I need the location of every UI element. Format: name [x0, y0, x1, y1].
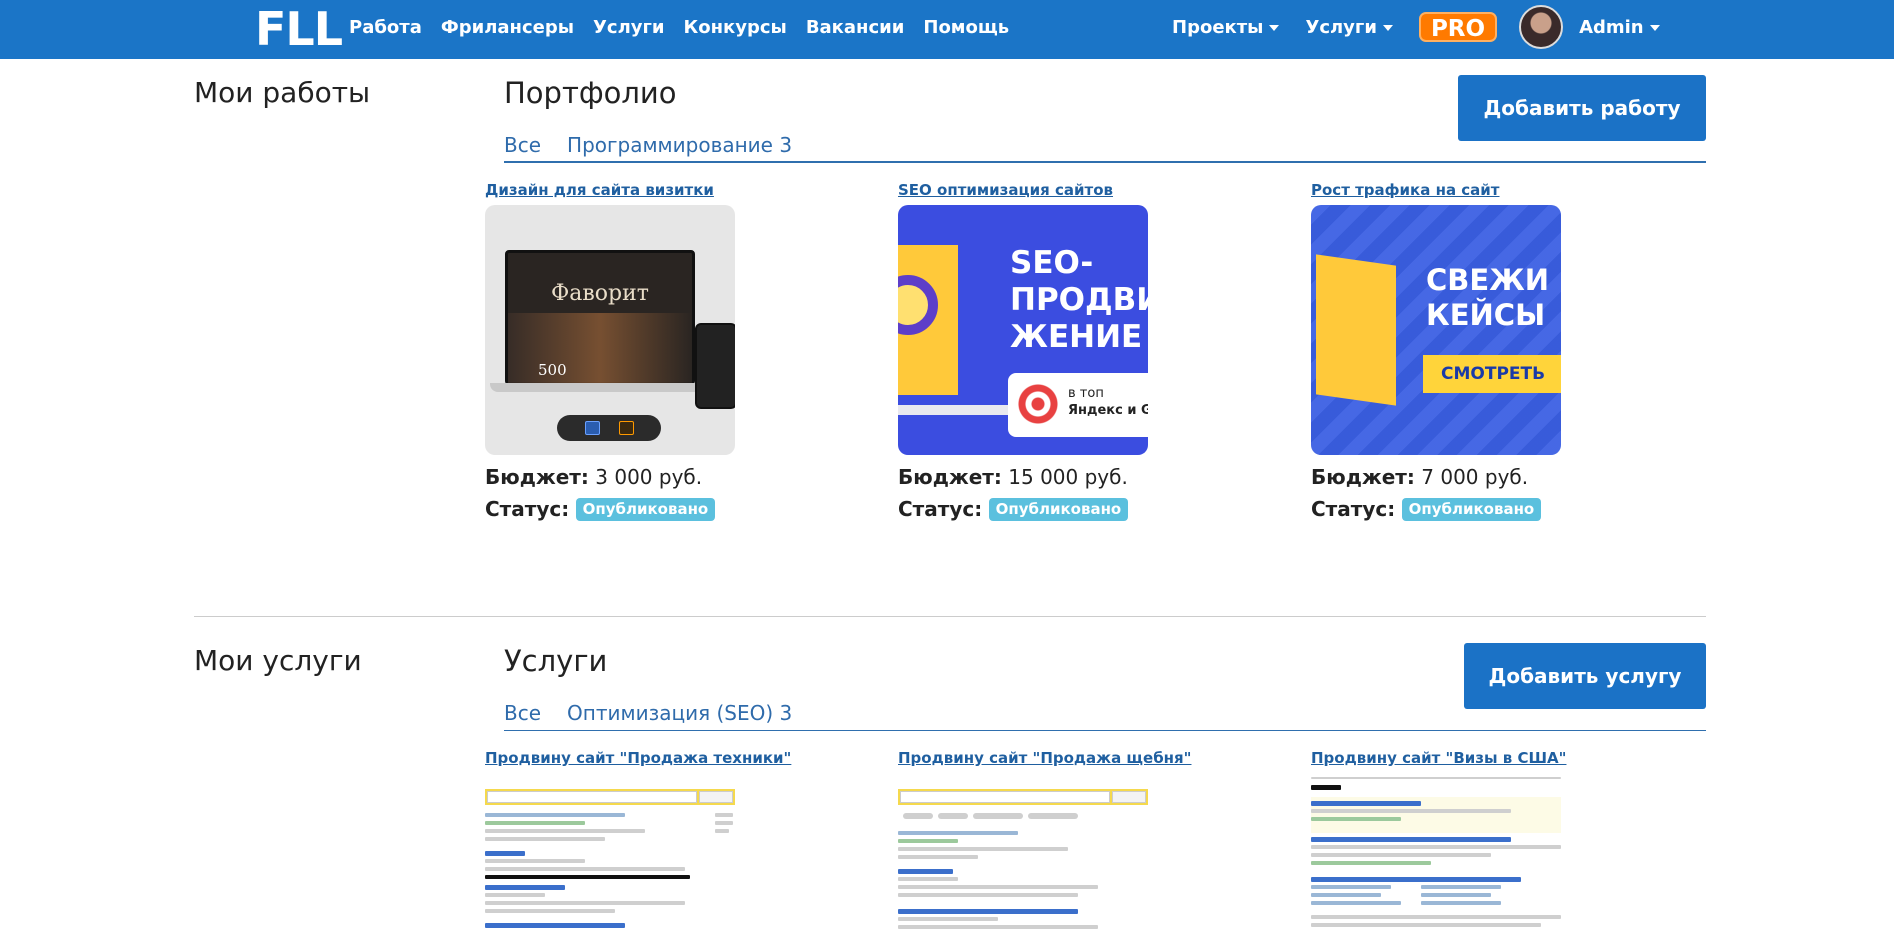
work-budget: Бюджет: 7 000 руб. [1311, 461, 1611, 493]
work-card: SEO оптимизация сайтов SEO- ПРОДВИ ЖЕНИЕ… [898, 181, 1198, 525]
my-services-heading: Мои услуги [194, 644, 362, 677]
top-navbar: FLL Работа Фрилансеры Услуги Конкурсы Ва… [0, 0, 1894, 59]
thumb-number: 500 [538, 361, 567, 379]
chevron-down-icon [1269, 25, 1280, 31]
phone-mockup [695, 323, 735, 409]
service-title[interactable]: Продвину сайт "Продажа техники" [485, 749, 791, 767]
work-card: Дизайн для сайта визитки Фаворит 500 Бюд… [485, 181, 785, 525]
service-title[interactable]: Продвину сайт "Визы в США" [1311, 749, 1611, 767]
work-thumbnail[interactable]: Фаворит 500 [485, 205, 735, 455]
tools-pill [557, 415, 661, 441]
service-thumbnail[interactable] [898, 773, 1148, 933]
nav-link-services[interactable]: Услуги [593, 17, 664, 38]
tabs-underline [504, 161, 1706, 163]
budget-label: Бюджет: [1311, 465, 1415, 489]
work-card: Рост трафика на сайт СВЕЖИ КЕЙСЫ СМОТРЕТ… [1311, 181, 1611, 525]
thumb-heading: Фаворит [551, 281, 649, 306]
thumb-heading: SEO- ПРОДВИ ЖЕНИЕ [1010, 245, 1148, 355]
nav-link-contests[interactable]: Конкурсы [684, 17, 787, 38]
tabs-underline [504, 730, 1706, 731]
pro-button[interactable]: PRO [1418, 12, 1498, 42]
services-tabs: Все Оптимизация (SEO) 3 [504, 701, 792, 725]
user-nav: Проекты Услуги PRO Admin [1172, 0, 1660, 54]
budget-label: Бюджет: [898, 465, 1002, 489]
service-card: Продвину сайт "Продажа щебня" [898, 749, 1198, 933]
services-dropdown[interactable]: Услуги [1305, 16, 1393, 38]
tab-all[interactable]: Все [504, 701, 541, 725]
chevron-down-icon [1649, 25, 1660, 31]
nav-link-vacancies[interactable]: Вакансии [806, 17, 905, 38]
tab-all[interactable]: Все [504, 133, 541, 157]
work-thumbnail[interactable]: SEO- ПРОДВИ ЖЕНИЕ в топ Яндекс и Goo [898, 205, 1148, 455]
status-badge: Опубликовано [988, 498, 1129, 521]
user-menu-dropdown[interactable]: Admin [1579, 17, 1660, 38]
nav-link-help[interactable]: Помощь [923, 17, 1009, 38]
portfolio-tabs: Все Программирование 3 [504, 133, 792, 157]
thumb-caption: в топ Яндекс и Goo [1068, 386, 1148, 418]
status-badge: Опубликовано [1401, 498, 1542, 521]
budget-value: 3 000 руб. [595, 465, 703, 489]
folder-icon [1316, 254, 1396, 406]
tab-programming[interactable]: Программирование 3 [567, 133, 792, 157]
tab-seo[interactable]: Оптимизация (SEO) 3 [567, 701, 792, 725]
projects-dropdown[interactable]: Проекты [1172, 16, 1280, 38]
work-title[interactable]: Дизайн для сайта визитки [485, 181, 785, 199]
service-thumbnail[interactable] [1311, 773, 1561, 933]
portfolio-title: Портфолио [504, 76, 677, 110]
user-name: Admin [1579, 16, 1644, 38]
service-card: Продвину сайт "Продажа техники" [485, 749, 791, 933]
work-status: Статус: Опубликовано [1311, 493, 1611, 525]
target-icon [1013, 379, 1063, 429]
site-logo[interactable]: FLL [255, 4, 343, 54]
service-title[interactable]: Продвину сайт "Продажа щебня" [898, 749, 1198, 767]
nav-link-freelancers[interactable]: Фрилансеры [441, 17, 574, 38]
work-title[interactable]: SEO оптимизация сайтов [898, 181, 1198, 199]
add-service-button[interactable]: Добавить услугу [1464, 643, 1706, 709]
budget-label: Бюджет: [485, 465, 589, 489]
work-thumbnail[interactable]: СВЕЖИ КЕЙСЫ СМОТРЕТЬ [1311, 205, 1561, 455]
budget-value: 7 000 руб. [1421, 465, 1529, 489]
services-title: Услуги [504, 644, 608, 678]
service-card: Продвину сайт "Визы в США" [1311, 749, 1611, 933]
status-label: Статус: [898, 497, 983, 521]
work-budget: Бюджет: 15 000 руб. [898, 461, 1198, 493]
service-thumbnail[interactable] [485, 773, 735, 933]
status-label: Статус: [1311, 497, 1396, 521]
work-status: Статус: Опубликовано [898, 493, 1198, 525]
section-divider [194, 616, 1706, 617]
thumb-heading: СВЕЖИ КЕЙСЫ [1426, 263, 1549, 332]
main-nav: Работа Фрилансеры Услуги Конкурсы Ваканс… [349, 0, 1009, 54]
avatar[interactable] [1519, 5, 1564, 49]
thumb-cta: СМОТРЕТЬ [1423, 355, 1561, 393]
add-work-button[interactable]: Добавить работу [1458, 75, 1706, 141]
status-badge: Опубликовано [575, 498, 716, 521]
work-budget: Бюджет: 3 000 руб. [485, 461, 785, 493]
services-dropdown-label: Услуги [1305, 16, 1377, 38]
status-label: Статус: [485, 497, 570, 521]
laptop-mockup: Фаворит 500 [505, 250, 695, 388]
projects-dropdown-label: Проекты [1172, 16, 1264, 38]
my-works-heading: Мои работы [194, 76, 371, 109]
nav-link-work[interactable]: Работа [349, 17, 422, 38]
work-status: Статус: Опубликовано [485, 493, 785, 525]
chevron-down-icon [1382, 25, 1393, 31]
work-title[interactable]: Рост трафика на сайт [1311, 181, 1611, 199]
budget-value: 15 000 руб. [1008, 465, 1128, 489]
